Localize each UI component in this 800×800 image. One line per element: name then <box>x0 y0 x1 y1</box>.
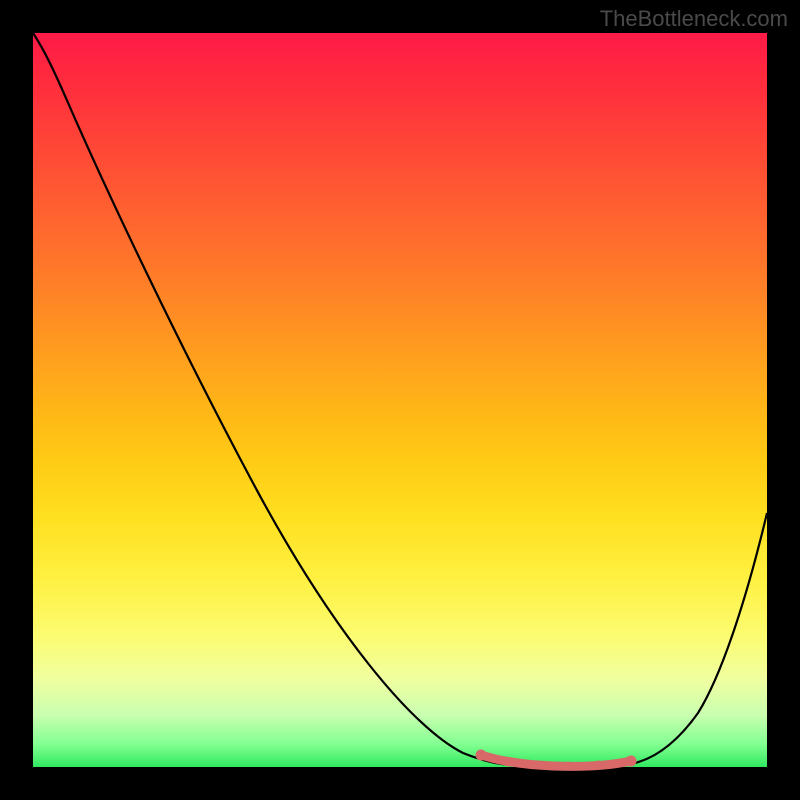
optimal-range-marker <box>476 750 637 771</box>
chart-svg <box>33 33 767 767</box>
chart-plot-area <box>33 33 767 767</box>
bottleneck-curve <box>33 33 767 767</box>
watermark-text: TheBottleneck.com <box>600 6 788 32</box>
